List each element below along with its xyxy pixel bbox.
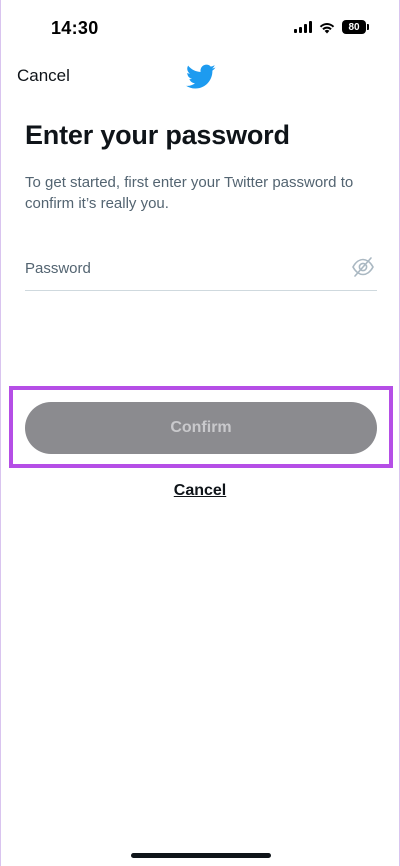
confirm-button[interactable]: Confirm [25,402,377,454]
page-title: Enter your password [25,120,290,150]
page-subtitle: To get started, first enter your Twitter… [25,174,354,212]
wifi-icon [319,22,335,33]
home-indicator [131,853,271,858]
twitter-bird-icon [186,64,216,89]
password-confirm-screen: 14:30 80 Cancel Enter your password To g… [0,0,400,866]
eye-off-icon[interactable] [351,256,375,278]
password-field [25,250,377,291]
status-icons: 80 [294,20,369,34]
cellular-signal-icon [294,21,312,33]
cancel-link[interactable]: Cancel [1,482,399,500]
password-input[interactable] [25,250,325,286]
status-bar: 14:30 80 [1,0,399,60]
battery-icon: 80 [342,20,369,34]
nav-cancel-button[interactable]: Cancel [17,66,70,86]
status-time: 14:30 [51,18,99,38]
